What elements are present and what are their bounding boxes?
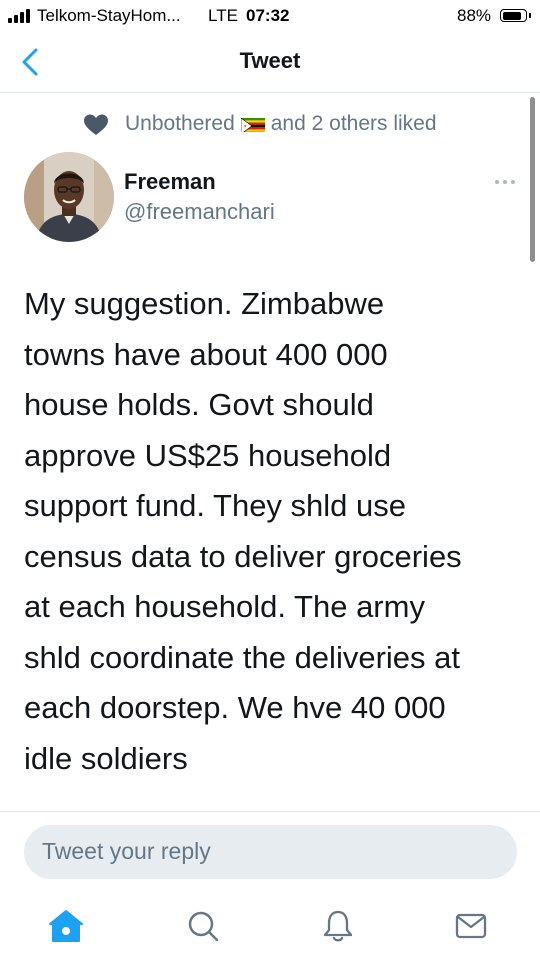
tab-search[interactable] [183, 906, 223, 946]
page-title: Tweet [239, 48, 301, 73]
battery-fill [502, 11, 521, 20]
tweet-text-line: support fund. They shld use [24, 488, 407, 523]
network-type: LTE [208, 6, 238, 25]
tweet-text-line: My suggestion. Zimbabwe [24, 286, 385, 321]
tweet-text-line: towns have about 400 000 [24, 336, 388, 372]
reply-input[interactable]: Tweet your reply [24, 825, 517, 879]
more-icon-dot [511, 180, 515, 184]
search-icon [188, 911, 219, 942]
battery-percent: 88% [457, 6, 492, 25]
home-icon [49, 910, 83, 942]
tab-notifications[interactable] [318, 906, 358, 946]
tweet-detail-screen: Telkom-StayHom... LTE 07:32 88% Tweet Un… [0, 0, 540, 960]
liked-text: Unbothered and 2 others liked [125, 112, 437, 136]
tweet-text-line: idle soldiers [24, 740, 188, 776]
tweet-text-line: at each household. The army [24, 589, 425, 624]
zimbabwe-flag-icon [240, 116, 265, 132]
tweet-text-line: census data to deliver groceries [24, 538, 462, 574]
divider [0, 811, 540, 812]
tab-home[interactable] [46, 906, 86, 946]
tab-bar [0, 890, 540, 960]
tweet-text-line: each doorstep. We hve 40 000 [24, 690, 446, 725]
social-context[interactable]: Unbothered and 2 others liked [83, 110, 523, 140]
notifications-icon [323, 910, 353, 942]
liked-suffix: and 2 others liked [270, 112, 437, 135]
profile-photo [24, 152, 114, 242]
more-button[interactable] [488, 172, 522, 192]
signal-strength-icon [8, 9, 32, 23]
tweet-text: My suggestion. Zimbabwe towns have about… [24, 279, 529, 784]
more-icon-dot [503, 180, 507, 184]
battery-tip [529, 13, 531, 18]
tweet-text-line: approve US$25 household [24, 437, 392, 473]
liker-name: Unbothered [125, 112, 235, 135]
nav-header: Tweet [0, 34, 540, 93]
author-name[interactable]: Freeman [124, 169, 216, 195]
more-icon-dot [495, 180, 499, 184]
messages-icon [455, 913, 487, 939]
author-handle[interactable]: @freemanchari [124, 199, 275, 225]
tweet-text-line: shld coordinate the deliveries at [24, 639, 460, 675]
status-time: 07:32 [246, 6, 290, 25]
heart-icon [84, 114, 108, 135]
reply-placeholder: Tweet your reply [42, 838, 211, 864]
status-bar: Telkom-StayHom... LTE 07:32 88% [0, 0, 540, 34]
tweet-text-line: house holds. Govt should [24, 387, 374, 422]
tab-messages[interactable] [451, 906, 491, 946]
avatar[interactable] [24, 152, 114, 242]
battery-icon [500, 9, 527, 22]
scroll-indicator [530, 97, 535, 262]
carrier-name: Telkom-StayHom... [37, 6, 181, 25]
